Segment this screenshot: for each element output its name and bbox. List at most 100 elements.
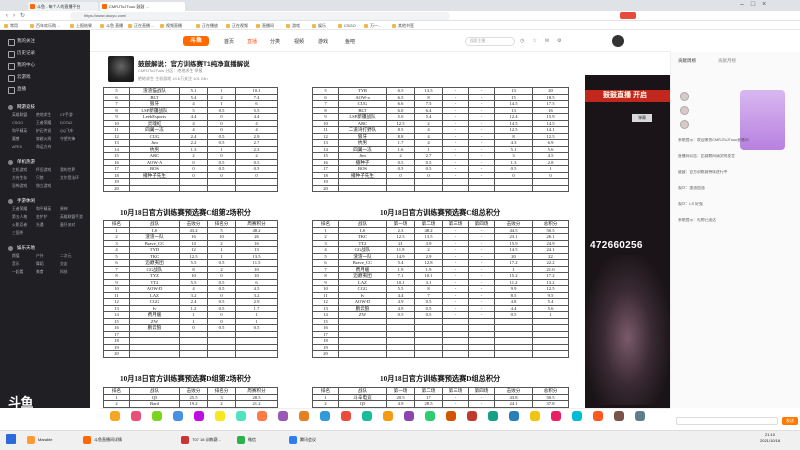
sidebar-category-link[interactable]: 美食 xyxy=(36,270,44,275)
window-controls[interactable]: –□× xyxy=(740,1,773,8)
url-input[interactable]: https://www.douyu.com/ xyxy=(70,12,450,20)
gift-icon[interactable] xyxy=(509,411,519,421)
sidebar-category-link[interactable]: CF手游 xyxy=(60,113,73,118)
site-nav-item[interactable]: 首页 xyxy=(224,38,234,45)
sidebar-category-link[interactable]: 二次元 xyxy=(60,254,71,259)
gift-icon[interactable] xyxy=(488,411,498,421)
site-nav-item[interactable]: 鱼吧 xyxy=(345,38,355,45)
sidebar-category-link[interactable]: QQ飞车 xyxy=(60,129,74,134)
gift-icon[interactable] xyxy=(572,411,582,421)
bookmark-item[interactable]: 娱乐 xyxy=(312,22,326,29)
sidebar-nav-item[interactable]: 历史记录 xyxy=(8,50,35,58)
header-icons[interactable]: ◷☆✉⚙ xyxy=(520,38,570,44)
sidebar-category-link[interactable]: 怀旧游戏 xyxy=(36,168,51,173)
rank-avatar[interactable] xyxy=(680,92,689,101)
site-nav-item[interactable]: 游戏 xyxy=(318,38,328,45)
bookmark-item[interactable]: 正在视频 xyxy=(226,22,248,29)
chat-input[interactable] xyxy=(676,417,778,425)
sidebar-group-title[interactable]: 单机热游 xyxy=(8,159,35,165)
start-icon[interactable] xyxy=(6,434,16,444)
bookmark-item[interactable]: 正在直播 ... xyxy=(128,22,154,29)
sidebar-category-link[interactable]: 交友 xyxy=(60,262,68,267)
gift-icon[interactable] xyxy=(383,411,393,421)
gift-icon[interactable] xyxy=(530,411,540,421)
sidebar-category-link[interactable]: 穿越火线 xyxy=(36,137,51,142)
bookmark-item[interactable]: 上报结果 xyxy=(70,22,92,29)
sidebar-category-link[interactable]: 主机游戏 xyxy=(12,168,27,173)
tab-weekly-rank[interactable]: 贡献周榜 xyxy=(678,58,696,64)
sidebar-category-link[interactable]: 颜值 xyxy=(12,254,20,259)
gift-icon[interactable] xyxy=(215,411,225,421)
rank-avatar[interactable] xyxy=(680,106,689,115)
nav-buttons[interactable]: ‹›↻ xyxy=(6,12,30,19)
sidebar-category-link[interactable]: 独立游戏 xyxy=(36,184,51,189)
gift-icon[interactable] xyxy=(173,411,183,421)
sidebar-category-link[interactable]: CSGO xyxy=(12,121,23,125)
gift-icon[interactable] xyxy=(404,411,414,421)
danmu-input[interactable]: 弹幕 xyxy=(632,114,652,122)
gift-icon[interactable] xyxy=(320,411,330,421)
bookmark-item[interactable]: 常用 xyxy=(4,22,18,29)
gift-icon[interactable] xyxy=(593,411,603,421)
sidebar-category-link[interactable]: 守望先锋 xyxy=(60,137,75,142)
sidebar-nav-item[interactable]: 直播 xyxy=(8,86,26,94)
gift-icon[interactable] xyxy=(362,411,372,421)
send-button[interactable]: 发送 xyxy=(782,417,798,425)
taskbar-app[interactable]: 腾讯会议 xyxy=(288,434,316,446)
site-search-input[interactable]: 搜索主播 xyxy=(465,37,515,46)
sidebar-nav-item[interactable]: 云游戏 xyxy=(8,74,31,82)
sidebar-category-link[interactable]: 和平精英 xyxy=(36,207,51,212)
site-nav-item[interactable]: 直播 xyxy=(247,38,257,45)
bookmark-item[interactable]: CSGO xyxy=(338,22,356,29)
bookmark-item[interactable]: 视频直播 xyxy=(160,22,182,29)
sidebar-category-link[interactable]: 炉石传说 xyxy=(36,129,51,134)
bookmark-item[interactable]: 万一... xyxy=(364,22,381,29)
sidebar-group-title[interactable]: 手游休闲 xyxy=(8,198,35,204)
sidebar-category-link[interactable]: 舞蹈 xyxy=(36,262,44,267)
sidebar-category-link[interactable]: 只狼 xyxy=(36,176,44,181)
sidebar-nav-item[interactable]: 我的中心 xyxy=(8,62,35,70)
user-avatar[interactable] xyxy=(612,35,624,47)
sidebar-category-link[interactable]: 我的世界 xyxy=(60,168,75,173)
sidebar-category-link[interactable]: 恐怖游戏 xyxy=(12,184,27,189)
tab-monthly-rank[interactable]: 贡献月榜 xyxy=(718,58,736,64)
sidebar-category-link[interactable]: 第五人格 xyxy=(12,215,27,220)
taskbar-app[interactable]: Marable xyxy=(26,434,52,446)
taskbar-app[interactable]: T07 18 训练赛... xyxy=(180,434,221,446)
sidebar-category-link[interactable]: 光遇 xyxy=(36,223,44,228)
sidebar-category-link[interactable]: 三国杀 xyxy=(12,231,23,236)
gift-icon[interactable] xyxy=(446,411,456,421)
sidebar-category-link[interactable]: 王者荣耀 xyxy=(12,207,27,212)
gift-icon[interactable] xyxy=(341,411,351,421)
site-nav-item[interactable]: 视频 xyxy=(294,38,304,45)
sidebar-category-link[interactable]: 方舟生存 xyxy=(12,176,27,181)
browser-tab-active[interactable]: CMRJToJTuuu 鼓鼓 ... xyxy=(100,2,185,11)
gift-icon[interactable] xyxy=(425,411,435,421)
taskbar-app[interactable]: 斗鱼直播间详情 xyxy=(82,434,122,446)
sidebar-category-link[interactable]: 原神 xyxy=(60,207,68,212)
browser-ext-icon[interactable] xyxy=(620,12,636,19)
sidebar-category-link[interactable]: 户外 xyxy=(36,254,44,259)
sidebar-category-link[interactable]: 王者荣耀 xyxy=(36,121,51,126)
gift-icon[interactable] xyxy=(257,411,267,421)
gift-icon[interactable] xyxy=(194,411,204,421)
sidebar-category-link[interactable]: 音乐 xyxy=(12,262,20,267)
gift-icon[interactable] xyxy=(614,411,624,421)
gift-icon[interactable] xyxy=(110,411,120,421)
browser-tab[interactable]: 斗鱼 - 每个人的直播平台 xyxy=(28,2,98,11)
gift-icon[interactable] xyxy=(152,411,162,421)
sidebar-category-link[interactable]: DOTA2 xyxy=(60,121,72,125)
sidebar-category-link[interactable]: 绝地求生 xyxy=(36,113,51,118)
sidebar-category-link[interactable]: 蛋仔派对 xyxy=(60,223,75,228)
sidebar-category-link[interactable]: 金铲铲 xyxy=(36,215,47,220)
bookmark-item[interactable]: 正在播放 xyxy=(196,22,218,29)
sidebar-category-link[interactable]: 艾尔登法环 xyxy=(60,176,79,181)
gift-icon[interactable] xyxy=(467,411,477,421)
site-nav-item[interactable]: 分类 xyxy=(270,38,280,45)
gift-icon[interactable] xyxy=(278,411,288,421)
sidebar-category-link[interactable]: 魔兽 xyxy=(12,137,20,142)
sidebar-category-link[interactable]: 英雄联盟 xyxy=(12,113,27,118)
bookmark-item[interactable]: 直播间 xyxy=(256,22,274,29)
sidebar-category-link[interactable]: 命运方舟 xyxy=(36,145,51,150)
sidebar-group-title[interactable]: 娱乐天地 xyxy=(8,245,35,251)
